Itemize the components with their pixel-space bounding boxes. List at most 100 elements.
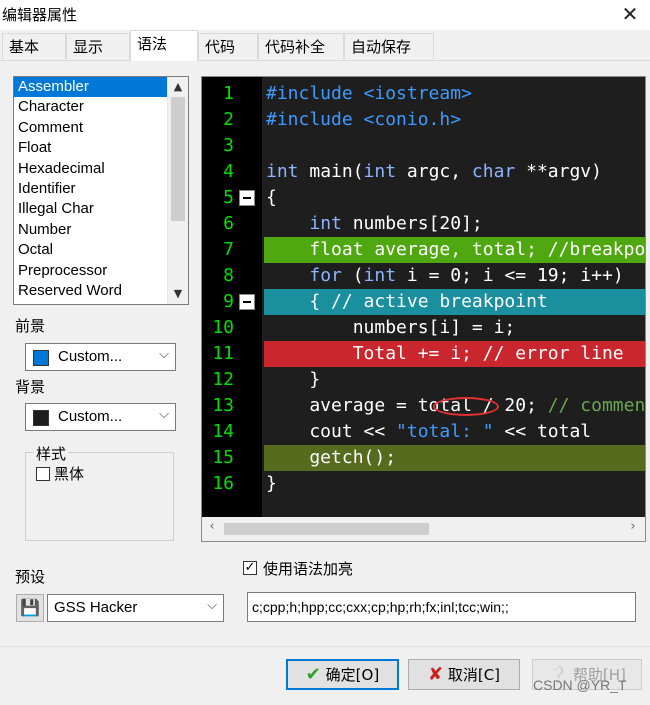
code-preview[interactable]: 1 #include <iostream> 2 #include <conio.h> 3… — [201, 76, 646, 542]
code-text: Total += i; // error line — [266, 343, 624, 364]
code-text: } — [266, 369, 321, 390]
code-line: 9 { // active breakpoint — [202, 289, 645, 315]
list-item[interactable]: Preprocessor — [14, 261, 188, 281]
code-text: int numbers[20]; — [309, 213, 483, 234]
cross-icon: ✘ — [427, 664, 444, 685]
bold-label: 黑体 — [54, 465, 85, 483]
code-line: 1 #include <iostream> — [202, 81, 645, 107]
ok-button[interactable]: ✔ 确定[O] — [286, 659, 399, 690]
list-item[interactable]: Illegal Char — [14, 199, 188, 219]
code-line: 10 numbers[i] = i; — [202, 315, 645, 341]
code-line: 4 int main(int argc, char **argv) — [202, 159, 645, 185]
list-item[interactable]: Octal — [14, 240, 188, 260]
line-number: 4 — [223, 161, 234, 182]
line-number: 12 — [212, 369, 234, 390]
tab-syntax[interactable]: 语法 — [130, 30, 198, 61]
close-icon[interactable]: ✕ — [618, 2, 642, 26]
code-text: for (int i = 0; i <= 19; i++) — [309, 265, 624, 286]
syntax-highlight-checkbox[interactable]: ✓ — [243, 561, 257, 575]
cancel-button[interactable]: ✘ 取消[C] — [408, 659, 520, 690]
style-group-label: 样式 — [34, 443, 69, 464]
line-number: 14 — [212, 421, 234, 442]
code-line: 3 — [202, 133, 645, 159]
line-number: 2 — [223, 109, 234, 130]
watermark: CSDN @YR_T — [533, 677, 627, 693]
list-item[interactable]: Float — [14, 138, 188, 158]
code-line: 12 } — [202, 367, 645, 393]
code-text: #include <iostream> — [266, 83, 472, 104]
list-item[interactable]: Assembler — [14, 77, 188, 98]
scroll-left-icon[interactable]: ‹ — [202, 519, 222, 534]
scroll-down-icon[interactable]: ▼ — [168, 284, 188, 304]
style-group: 样式 黑体 — [25, 443, 174, 541]
line-number: 15 — [212, 447, 234, 468]
title-bar: 编辑器属性 ✕ — [0, 0, 650, 30]
list-item[interactable]: Identifier — [14, 179, 188, 199]
code-text: { // active breakpoint — [266, 291, 548, 312]
code-line: 13 average = total / 20; // comment — [202, 393, 645, 419]
code-text: int main(int argc, char **argv) — [266, 161, 602, 182]
line-number: 11 — [212, 343, 234, 364]
list-scrollbar[interactable]: ▲ ▼ — [167, 77, 188, 304]
background-color-select[interactable]: Custom... ⌵ — [25, 403, 176, 431]
preset-label: 预设 — [15, 568, 46, 586]
fold-collapse-icon[interactable] — [239, 190, 255, 206]
code-line: 7 float average, total; //breakpoint — [202, 237, 646, 263]
code-text: getch(); — [266, 447, 397, 468]
preset-select[interactable]: GSS Hacker ⌵ — [47, 594, 224, 622]
list-item[interactable]: Hexadecimal — [14, 159, 188, 179]
foreground-label: 前景 — [15, 317, 46, 335]
tab-strip: 基本 显示 语法 代码 代码补全 自动保存 — [0, 30, 650, 61]
list-item[interactable]: Number — [14, 220, 188, 240]
horizontal-scrollbar[interactable]: ‹ › — [202, 517, 645, 541]
code-line: 2 #include <conio.h> — [202, 107, 645, 133]
bold-checkbox[interactable] — [36, 467, 50, 481]
code-line: 11 Total += i; // error line — [202, 341, 645, 367]
list-item[interactable]: Reserved Word — [14, 281, 188, 301]
line-number: 6 — [223, 213, 234, 234]
chevron-down-icon: ⌵ — [159, 407, 169, 422]
code-line: 8 for (int i = 0; i <= 19; i++) — [202, 263, 645, 289]
fold-collapse-icon[interactable] — [239, 294, 255, 310]
code-line: 16} — [202, 471, 645, 497]
check-icon: ✔ — [305, 664, 321, 685]
floppy-icon[interactable]: 💾 — [16, 594, 44, 622]
chevron-down-icon: ⌵ — [159, 347, 169, 362]
tab-basic[interactable]: 基本 — [2, 33, 66, 59]
code-text: cout << "total: " << total — [266, 421, 592, 442]
tab-autosave[interactable]: 自动保存 — [344, 33, 434, 59]
foreground-color-select[interactable]: Custom... ⌵ — [25, 343, 176, 371]
tab-display[interactable]: 显示 — [66, 33, 130, 59]
code-line: 5{ — [202, 185, 645, 211]
preset-value: GSS Hacker — [54, 599, 138, 616]
line-number: 8 — [223, 265, 234, 286]
window-title: 编辑器属性 — [2, 6, 78, 24]
code-text: #include <conio.h> — [266, 109, 462, 130]
scroll-up-icon[interactable]: ▲ — [168, 77, 188, 97]
syntax-element-list[interactable]: Assembler Character Comment Float Hexade… — [13, 76, 189, 305]
chevron-down-icon: ⌵ — [207, 598, 217, 613]
code-text: { — [266, 187, 277, 208]
list-item[interactable]: Comment — [14, 118, 188, 138]
tab-code-completion[interactable]: 代码补全 — [258, 33, 344, 59]
scroll-thumb[interactable] — [224, 523, 429, 535]
scroll-thumb[interactable] — [171, 97, 185, 221]
list-item[interactable]: Character — [14, 97, 188, 117]
code-text: } — [266, 473, 277, 494]
line-number: 10 — [212, 317, 234, 338]
line-number: 9 — [223, 291, 234, 312]
scroll-right-icon[interactable]: › — [623, 519, 643, 534]
error-marker — [433, 397, 499, 416]
line-number: 1 — [223, 83, 234, 104]
foreground-value: Custom... — [58, 348, 123, 365]
code-text: float average, total; //breakpoint — [266, 239, 646, 260]
tab-code[interactable]: 代码 — [198, 33, 258, 59]
background-swatch — [33, 410, 49, 426]
code-text: numbers[i] = i; — [266, 317, 516, 338]
line-number: 7 — [223, 239, 234, 260]
background-value: Custom... — [58, 408, 123, 425]
line-number: 13 — [212, 395, 234, 416]
code-line: 15 getch(); — [202, 445, 645, 471]
code-line: 14 cout << "total: " << total — [202, 419, 645, 445]
file-extensions-input[interactable]: c;cpp;h;hpp;cc;cxx;cp;hp;rh;fx;inl;tcc;w… — [247, 592, 636, 622]
